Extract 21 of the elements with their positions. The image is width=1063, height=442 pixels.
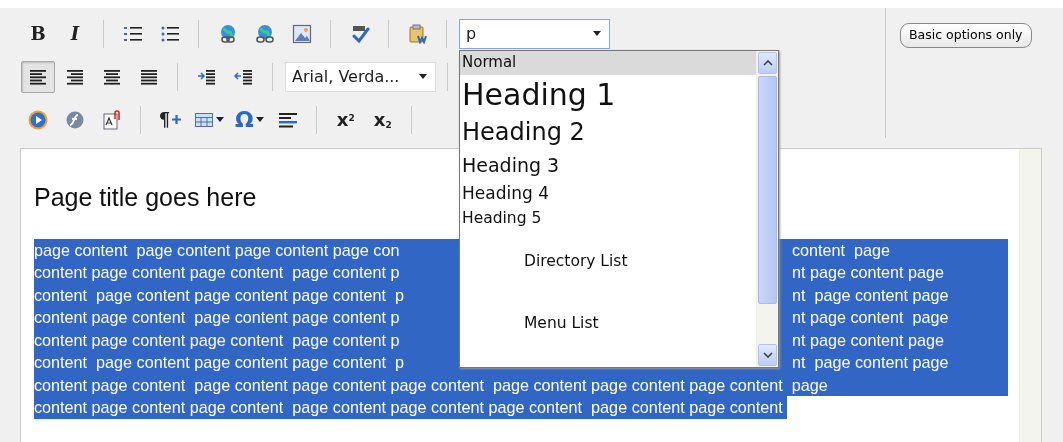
paragraph-text: content page content page content page content page content page content page content page content (34, 396, 787, 419)
paragraph-text: nt page content page (792, 284, 949, 306)
paragraph-text: nt page content page (792, 262, 945, 283)
paragraph-text: content page content page content page content p (34, 263, 400, 281)
paragraph-text: content page content page content page content p (34, 353, 404, 371)
bold-icon: B (30, 24, 46, 43)
superscript-icon: x$^{2}$ (336, 110, 355, 129)
pilcrow-icon: ¶ (158, 110, 171, 129)
paragraph-text: nt page content page (792, 329, 945, 351)
paragraph-text: content page content page content page content p (34, 330, 400, 349)
paragraph-text: content page (792, 239, 891, 261)
paragraph-text: nt page content page (792, 307, 949, 328)
omega-icon: Ω (235, 108, 254, 131)
paragraph-text: content page content page content page content p (34, 285, 404, 304)
paragraph-text: content page content page content page content page content page content page content page content page (34, 373, 1008, 396)
paragraph-text: nt page content page (792, 352, 949, 373)
paragraph-text: content page content page content page content p (34, 308, 400, 326)
paragraph-text: page content page content page content page con (34, 240, 400, 259)
page-title: Page title goes here (34, 182, 257, 213)
italic-icon: I (70, 24, 80, 43)
subscript-icon: x$_{2}$ (373, 110, 392, 129)
